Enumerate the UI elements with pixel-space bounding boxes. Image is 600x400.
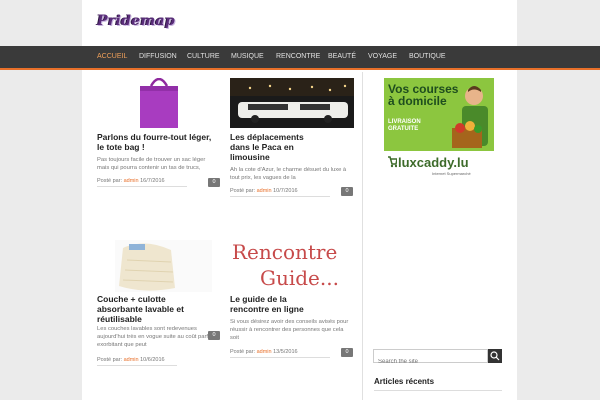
widget-title: Articles récents xyxy=(374,377,435,386)
ad-tagline: Internet Supermarché xyxy=(432,171,471,176)
sidebar-divider xyxy=(362,72,363,400)
search-input[interactable] xyxy=(374,356,487,368)
post-excerpt: Si vous désirez avoir des conseils avisé… xyxy=(230,319,349,341)
nav-item-beaute[interactable]: BEAUTÉ xyxy=(328,53,356,60)
post-thumbnail[interactable] xyxy=(115,240,212,292)
post-excerpt: Ah la cote d'Azur, le charme désuet du l… xyxy=(230,167,347,181)
nav-item-boutique[interactable]: BOUTIQUE xyxy=(409,53,446,60)
post-date: 10/6/2016 xyxy=(140,357,165,363)
ad-logo-strip: luxcaddy.lu Internet Supermarché xyxy=(384,151,494,181)
post-title[interactable]: Les déplacements dans le Paca en limousi… xyxy=(230,132,310,162)
post-author[interactable]: admin xyxy=(124,357,139,363)
post-excerpt: Pas toujours facile de trouver un sac lé… xyxy=(97,157,206,171)
search-icon xyxy=(490,351,500,361)
divider xyxy=(230,357,330,358)
meta-prefix: Posté par: xyxy=(230,349,256,355)
ad-subtitle: LIVRAISON GRATUITE xyxy=(388,119,421,132)
post-date: 13/5/2016 xyxy=(273,349,298,355)
main-nav: ACCUEIL DIFFUSION CULTURE MUSIQUE RENCON… xyxy=(0,46,600,70)
thumbnail-text: Guide... xyxy=(260,266,339,290)
meta-prefix: Posté par: xyxy=(230,188,256,194)
post-title[interactable]: Parlons du fourre-tout léger, le tote ba… xyxy=(97,132,212,152)
post-thumbnail[interactable]: Rencontre Guide... xyxy=(230,240,354,292)
widget-divider xyxy=(374,390,502,391)
ad-banner[interactable]: Vos courses à domicile LIVRAISON GRATUIT… xyxy=(384,78,494,181)
search-button[interactable] xyxy=(488,349,502,363)
divider xyxy=(97,365,177,366)
post-thumbnail[interactable] xyxy=(136,78,182,128)
meta-prefix: Posté par: xyxy=(97,178,123,184)
post-author[interactable]: admin xyxy=(257,188,272,194)
divider xyxy=(230,196,330,197)
comment-count-badge[interactable]: 0 xyxy=(208,178,220,187)
post-meta: Posté par: admin 10/7/2016 xyxy=(230,188,298,194)
nav-item-musique[interactable]: MUSIQUE xyxy=(231,53,264,60)
cart-icon xyxy=(388,156,397,168)
comment-count-badge[interactable]: 0 xyxy=(341,348,353,357)
post-meta: Posté par: admin 13/5/2016 xyxy=(230,349,298,355)
thumbnail-text: Rencontre xyxy=(232,240,338,264)
comment-count-badge[interactable]: 0 xyxy=(341,187,353,196)
nav-item-diffusion[interactable]: DIFFUSION xyxy=(139,53,177,60)
post-date: 16/7/2016 xyxy=(140,178,165,184)
person-illustration xyxy=(452,86,488,148)
search-box xyxy=(373,349,488,368)
post-author[interactable]: admin xyxy=(257,349,272,355)
post-title[interactable]: Couche + culotte absorbante lavable et r… xyxy=(97,294,192,324)
ad-brand: luxcaddy.lu xyxy=(398,155,469,170)
post-excerpt: Les couches lavables sont redevenues auj… xyxy=(97,326,216,348)
nav-item-accueil[interactable]: ACCUEIL xyxy=(97,53,127,60)
site-logo[interactable]: Pridemap xyxy=(97,13,175,29)
post-meta: Posté par: admin 10/6/2016 xyxy=(97,357,165,363)
post-meta: Posté par: admin 16/7/2016 xyxy=(97,178,165,184)
post-date: 10/7/2016 xyxy=(273,188,298,194)
nav-item-culture[interactable]: CULTURE xyxy=(187,53,220,60)
nav-item-rencontre[interactable]: RENCONTRE xyxy=(276,53,320,60)
post-thumbnail[interactable] xyxy=(230,78,354,128)
post-title[interactable]: Le guide de la rencontre en ligne xyxy=(230,294,320,314)
meta-prefix: Posté par: xyxy=(97,357,123,363)
divider xyxy=(97,186,187,187)
comment-count-badge[interactable]: 0 xyxy=(208,331,220,340)
nav-item-voyage[interactable]: VOYAGE xyxy=(368,53,397,60)
post-author[interactable]: admin xyxy=(124,178,139,184)
